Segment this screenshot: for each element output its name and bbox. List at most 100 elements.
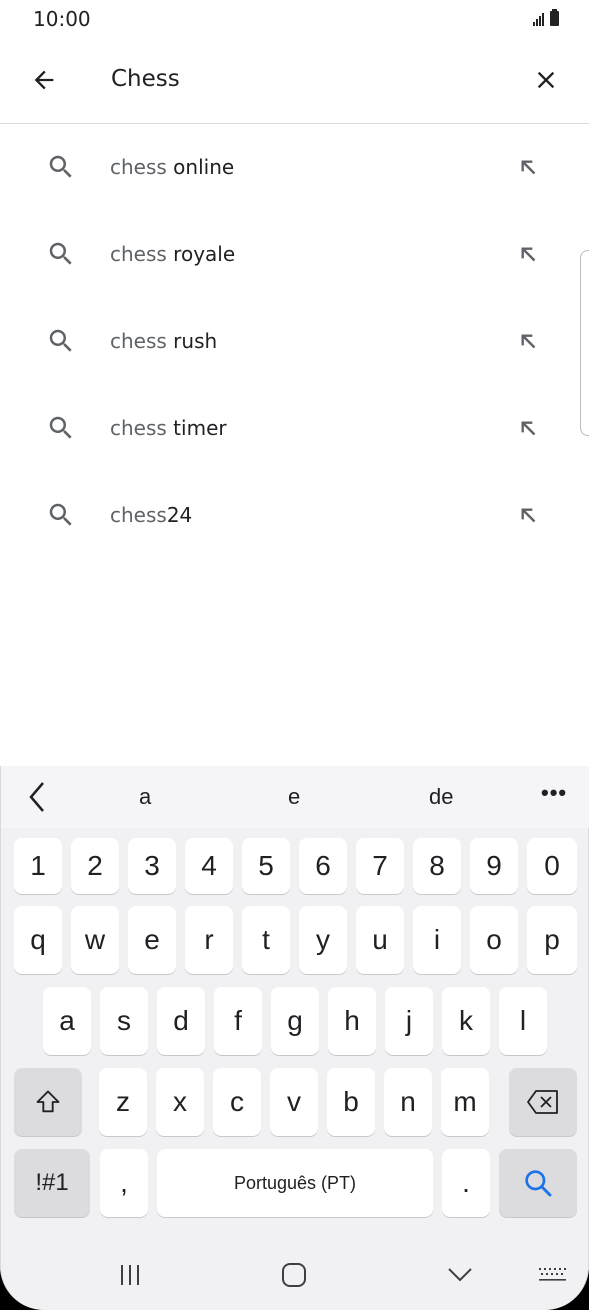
key[interactable]: 0 [527,838,577,894]
symbols-key[interactable]: !#1 [14,1149,90,1217]
key[interactable]: 6 [299,838,347,894]
recents-icon [121,1265,139,1285]
key[interactable]: q [14,906,62,974]
home-button[interactable] [274,1258,314,1292]
keyboard-switch-button[interactable] [532,1258,572,1292]
key[interactable]: y [299,906,347,974]
home-icon [282,1263,306,1287]
keyboard-suggestion[interactable]: de [429,784,453,810]
key[interactable]: f [214,987,262,1055]
clear-search-button[interactable] [524,58,568,102]
backspace-icon [527,1090,558,1114]
key[interactable]: k [442,987,490,1055]
more-options-icon[interactable]: ••• [541,780,567,806]
suggestion-suffix: timer [166,416,227,440]
key[interactable]: 3 [128,838,176,894]
space-key[interactable]: Português (PT) [157,1149,433,1217]
fill-query-button[interactable] [512,499,544,531]
chevron-down-icon [448,1268,472,1282]
suggestion-label: chess24 [110,503,192,527]
fill-query-button[interactable] [512,151,544,183]
key[interactable]: p [527,906,577,974]
chevron-left-icon[interactable] [23,780,51,814]
key[interactable]: n [384,1068,432,1136]
key[interactable]: 4 [185,838,233,894]
suggestion-item[interactable]: chess online [0,124,589,211]
suggestion-prefix: chess [110,155,167,179]
play-store-search-screen: 10:00 Chess chess online chess royale ch… [0,0,589,1310]
edge-panel-handle[interactable] [580,250,589,436]
status-icons [533,9,559,26]
key[interactable]: a [43,987,91,1055]
status-time: 10:00 [33,7,91,31]
suggestion-item[interactable]: chess24 [0,472,589,559]
suggestion-suffix: 24 [166,503,193,527]
fill-query-button[interactable] [512,412,544,444]
key[interactable]: v [270,1068,318,1136]
key[interactable]: s [100,987,148,1055]
suggestion-item[interactable]: chess royale [0,211,589,298]
key[interactable]: c [213,1068,261,1136]
key[interactable]: u [356,906,404,974]
key[interactable]: j [385,987,433,1055]
backspace-key[interactable] [509,1068,577,1136]
keyboard-suggestion[interactable]: e [288,784,300,810]
suggestion-suffix: rush [166,329,218,353]
suggestion-prefix: chess [110,503,167,527]
fill-query-button[interactable] [512,325,544,357]
suggestion-label: chess online [110,155,234,179]
key[interactable]: z [99,1068,147,1136]
key[interactable]: r [185,906,233,974]
keyboard-icon [539,1268,566,1281]
keyboard-suggestion[interactable]: a [139,784,151,810]
recent-apps-button[interactable] [110,1258,150,1292]
suggestion-prefix: chess [110,416,167,440]
arrow-up-left-icon [521,247,536,262]
key[interactable]: x [156,1068,204,1136]
key[interactable]: 7 [356,838,404,894]
comma-key[interactable]: , [100,1149,148,1217]
battery-icon [550,9,559,26]
arrow-up-left-icon [521,160,536,175]
keyboard: a e de ••• 1 2 3 4 5 6 7 8 9 0 q w e r t… [0,766,589,1310]
navigation-bar [0,1240,589,1310]
search-icon [45,151,77,183]
key[interactable]: 8 [413,838,461,894]
search-input[interactable]: Chess [111,66,180,92]
suggestion-suffix: online [166,155,235,179]
key[interactable]: g [271,987,319,1055]
key[interactable]: m [441,1068,489,1136]
shift-icon [36,1090,60,1113]
arrow-up-left-icon [521,508,536,523]
suggestion-prefix: chess [110,242,167,266]
suggestion-label: chess rush [110,329,217,353]
key[interactable]: l [499,987,547,1055]
close-icon [537,71,555,89]
suggestion-label: chess timer [110,416,227,440]
key[interactable]: 2 [71,838,119,894]
search-key[interactable] [499,1149,577,1217]
fill-query-button[interactable] [512,238,544,270]
arrow-up-left-icon [521,421,536,436]
search-icon [525,1170,552,1197]
search-icon [45,325,77,357]
search-icon [45,412,77,444]
key[interactable]: t [242,906,290,974]
suggestion-item[interactable]: chess timer [0,385,589,472]
key[interactable]: 5 [242,838,290,894]
key[interactable]: b [327,1068,375,1136]
key[interactable]: 1 [14,838,62,894]
key[interactable]: h [328,987,376,1055]
signal-icon [533,13,544,26]
key[interactable]: w [71,906,119,974]
key[interactable]: o [470,906,518,974]
hide-keyboard-button[interactable] [440,1258,480,1292]
key[interactable]: d [157,987,205,1055]
key[interactable]: 9 [470,838,518,894]
key[interactable]: e [128,906,176,974]
back-button[interactable] [22,58,66,102]
key[interactable]: i [413,906,461,974]
period-key[interactable]: . [442,1149,490,1217]
suggestion-item[interactable]: chess rush [0,298,589,385]
shift-key[interactable] [14,1068,82,1136]
